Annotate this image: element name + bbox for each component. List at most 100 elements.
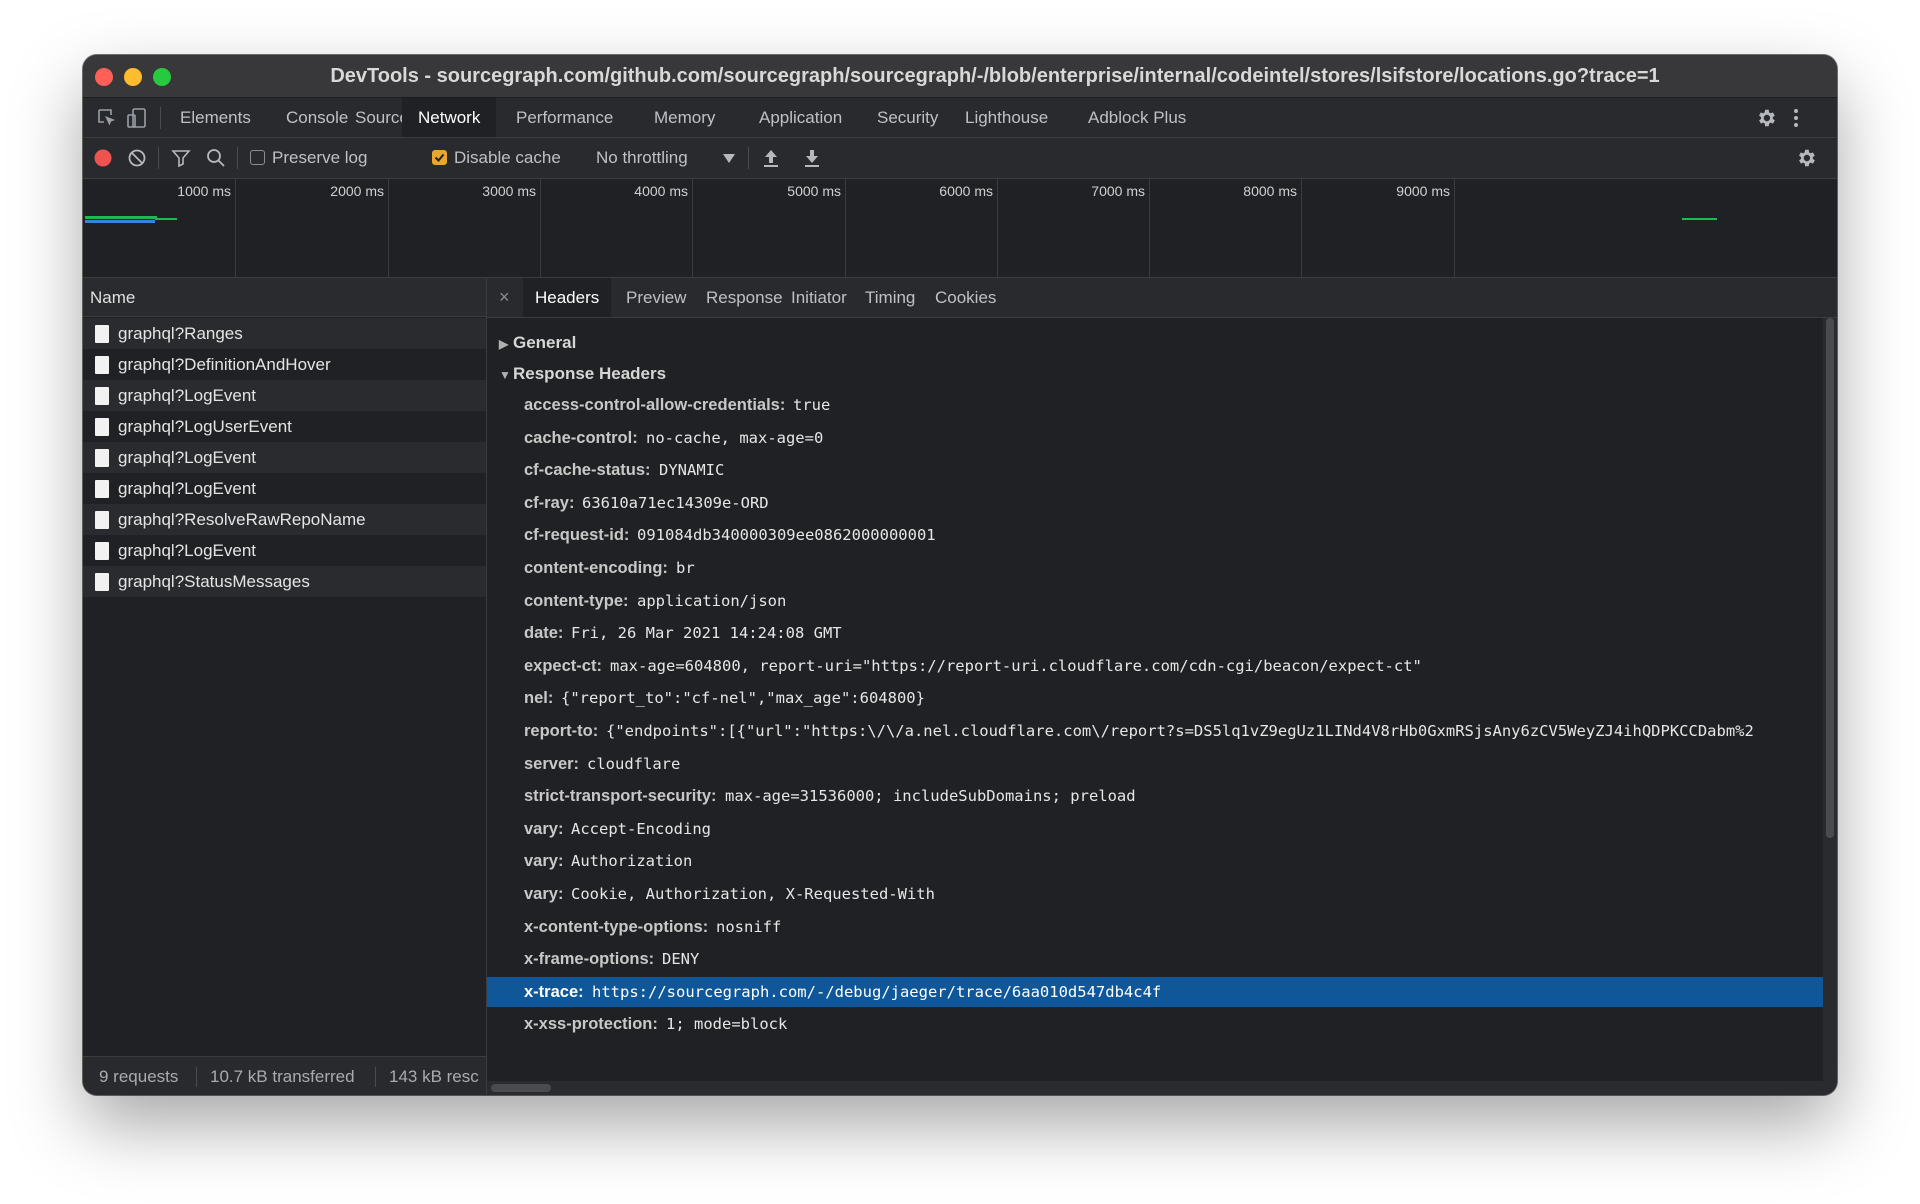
response-header-row[interactable]: report-to: {"endpoints":[{"url":"https:\/… <box>487 716 1823 746</box>
header-value: no-cache, max-age=0 <box>646 428 824 447</box>
response-header-row[interactable]: cf-request-id: 091084db340000309ee0862000… <box>487 520 1823 550</box>
header-name: date: <box>524 624 564 643</box>
clear-icon[interactable] <box>127 148 147 168</box>
response-header-row[interactable]: cf-ray: 63610a71ec14309e-ORD <box>487 488 1823 518</box>
tab-performance[interactable]: Performance <box>500 98 629 137</box>
settings-gear-icon[interactable] <box>1754 106 1778 130</box>
timeline-gridline <box>845 179 846 277</box>
tab-application[interactable]: Application <box>743 98 858 137</box>
response-headers-section-toggle[interactable]: ▼ Response Headers <box>499 364 666 384</box>
header-name: server: <box>524 754 580 773</box>
device-toolbar-icon[interactable] <box>125 106 149 130</box>
response-header-row[interactable]: vary: Accept-Encoding <box>487 814 1823 844</box>
timeline-tick-label: 8000 ms <box>1243 183 1297 199</box>
response-header-row[interactable]: x-xss-protection: 1; mode=block <box>487 1009 1823 1039</box>
response-header-row[interactable]: expect-ct: max-age=604800, report-uri="ht… <box>487 651 1823 681</box>
search-icon[interactable] <box>206 148 226 168</box>
throttling-select[interactable]: No throttling <box>596 138 688 178</box>
inspect-element-icon[interactable] <box>95 106 119 130</box>
tab-network[interactable]: Network <box>402 98 497 137</box>
request-row[interactable]: graphql?StatusMessages <box>83 566 486 597</box>
document-file-icon <box>95 387 109 405</box>
document-file-icon <box>95 511 109 529</box>
request-row[interactable]: graphql?ResolveRawRepoName <box>83 504 486 535</box>
tab-elements[interactable]: Elements <box>164 98 267 137</box>
request-count: 9 requests <box>99 1067 179 1086</box>
timeline-tick-label: 5000 ms <box>787 183 841 199</box>
preserve-log-label: Preserve log <box>272 148 368 167</box>
more-options-icon[interactable] <box>1789 106 1803 130</box>
document-file-icon <box>95 573 109 591</box>
general-section-toggle[interactable]: ▶ General <box>499 333 576 353</box>
export-har-download-icon[interactable] <box>802 147 822 169</box>
document-file-icon <box>95 542 109 560</box>
response-header-row[interactable]: date: Fri, 26 Mar 2021 14:24:08 GMT <box>487 618 1823 648</box>
request-name: graphql?StatusMessages <box>118 572 310 591</box>
header-value: {"endpoints":[{"url":"https:\/\/a.nel.cl… <box>606 722 1754 740</box>
request-row[interactable]: graphql?LogEvent <box>83 380 486 411</box>
preserve-log-checkbox[interactable] <box>250 150 265 165</box>
timeline-bar <box>85 220 155 223</box>
disable-cache-checkbox[interactable] <box>432 150 447 165</box>
header-value: 091084db340000309ee0862000000001 <box>637 526 936 545</box>
network-settings-gear-icon[interactable] <box>1795 147 1817 169</box>
details-tab-preview[interactable]: Preview <box>614 278 698 317</box>
response-header-row[interactable]: cache-control: no-cache, max-age=0 <box>487 423 1823 453</box>
record-button[interactable] <box>93 148 113 168</box>
scrollbar-thumb[interactable] <box>1826 318 1834 838</box>
request-row[interactable]: graphql?LogEvent <box>83 442 486 473</box>
request-row[interactable]: graphql?LogEvent <box>83 535 486 566</box>
tab-security[interactable]: Security <box>861 98 954 137</box>
request-details-panel: × Headers Preview Response Initiator Timing C… <box>487 278 1837 1095</box>
response-header-row[interactable]: access-control-allow-credentials: true <box>487 390 1823 420</box>
header-value: max-age=31536000; includeSubDomains; pre… <box>725 787 1136 806</box>
response-header-row[interactable]: server: cloudflare <box>487 749 1823 779</box>
details-tab-bar: × Headers Preview Response Initiator Timing C… <box>487 278 1837 318</box>
details-tab-initiator[interactable]: Initiator <box>779 278 859 317</box>
document-file-icon <box>95 325 109 343</box>
filter-icon[interactable] <box>171 148 191 168</box>
divider <box>748 147 749 169</box>
tab-adblock-plus[interactable]: Adblock Plus <box>1072 98 1202 137</box>
divider <box>158 147 159 169</box>
header-name: cache-control: <box>524 428 638 447</box>
vertical-scrollbar[interactable] <box>1823 318 1837 1095</box>
network-toolbar: Preserve log Disable cache No throttling <box>83 138 1837 179</box>
request-row[interactable]: graphql?DefinitionAndHover <box>83 349 486 380</box>
header-name: cf-cache-status: <box>524 461 651 480</box>
tab-lighthouse[interactable]: Lighthouse <box>949 98 1064 137</box>
chevron-down-icon[interactable] <box>722 152 736 164</box>
response-header-row[interactable]: vary: Authorization <box>487 846 1823 876</box>
response-header-row[interactable]: x-frame-options: DENY <box>487 944 1823 974</box>
response-header-row[interactable]: nel: {"report_to":"cf-nel","max_age":6048… <box>487 683 1823 713</box>
header-name: x-content-type-options: <box>524 917 709 936</box>
header-value: true <box>793 396 831 414</box>
network-overview-timeline[interactable]: 1000 ms 2000 ms 3000 ms 4000 ms 5000 ms 6000 … <box>83 179 1837 278</box>
request-row[interactable]: graphql?LogEvent <box>83 473 486 504</box>
scrollbar-thumb[interactable] <box>491 1084 551 1092</box>
response-header-row[interactable]: x-content-type-options: nosniff <box>487 912 1823 942</box>
horizontal-scrollbar[interactable] <box>487 1081 1823 1095</box>
response-header-row[interactable]: content-type: application/json <box>487 586 1823 616</box>
name-column-header[interactable]: Name <box>83 278 486 317</box>
header-value: nosniff <box>716 917 782 936</box>
response-header-row[interactable]: vary: Cookie, Authorization, X-Requested-… <box>487 879 1823 909</box>
timeline-gridline <box>1454 179 1455 277</box>
request-row[interactable]: graphql?Ranges <box>83 318 486 349</box>
header-value: max-age=604800, report-uri="https://repo… <box>610 656 1422 675</box>
response-header-row[interactable]: content-encoding: br <box>487 553 1823 583</box>
details-tab-cookies[interactable]: Cookies <box>923 278 1008 317</box>
details-tab-headers[interactable]: Headers <box>523 278 612 317</box>
header-name: content-type: <box>524 591 629 610</box>
response-header-row[interactable]: strict-transport-security: max-age=315360… <box>487 781 1823 811</box>
import-har-upload-icon[interactable] <box>761 147 781 169</box>
response-header-row[interactable]: x-trace: https://sourcegraph.com/-/debug/… <box>487 976 1823 1007</box>
details-tab-timing[interactable]: Timing <box>853 278 927 317</box>
header-name: vary: <box>524 885 564 903</box>
response-header-row[interactable]: cf-cache-status: DYNAMIC <box>487 455 1823 485</box>
request-row[interactable]: graphql?LogUserEvent <box>83 411 486 442</box>
request-name: graphql?LogEvent <box>118 479 257 498</box>
tab-memory[interactable]: Memory <box>638 98 731 137</box>
close-details-icon[interactable]: × <box>499 278 510 317</box>
request-name: graphql?LogEvent <box>118 386 257 405</box>
